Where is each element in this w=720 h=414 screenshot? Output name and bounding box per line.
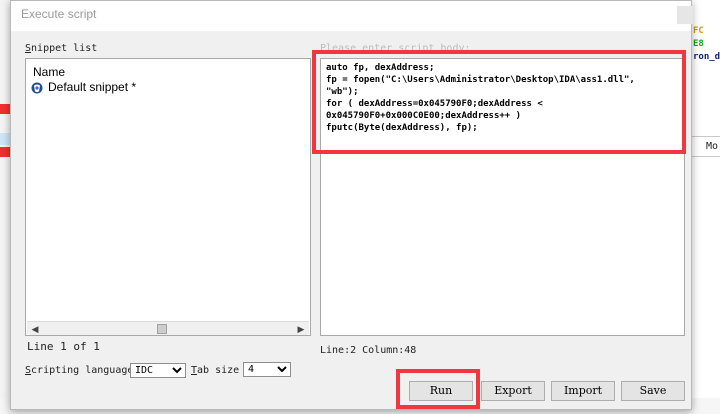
- cursor-position-status: Line:2 Column:48: [320, 345, 417, 356]
- background-code-fragment: FC: [693, 26, 704, 36]
- scrollbar-thumb[interactable]: [157, 324, 167, 334]
- close-button[interactable]: [677, 6, 693, 24]
- horizontal-scrollbar[interactable]: ◀ ▶: [27, 321, 309, 335]
- run-button-highlight-box: [396, 369, 480, 409]
- tab-size-label: Tab size: [191, 365, 240, 376]
- snippet-list-label: Snippet list: [25, 43, 98, 54]
- list-line-status: Line 1 of 1: [27, 340, 100, 353]
- background-window-right: [692, 0, 720, 414]
- scripting-language-select[interactable]: IDC: [130, 363, 186, 378]
- background-divider: [692, 136, 720, 137]
- tab-size-select[interactable]: 4: [243, 362, 291, 377]
- import-button[interactable]: Import: [551, 381, 615, 401]
- scripting-language-label: Scripting language: [25, 365, 134, 376]
- background-column-header: Mo: [706, 141, 719, 152]
- script-highlight-box: [312, 50, 686, 154]
- list-column-header-name[interactable]: Name: [33, 65, 65, 79]
- save-button[interactable]: Save: [621, 381, 685, 401]
- background-code-fragment: ron_d: [693, 52, 720, 62]
- snippet-icon: [31, 82, 43, 94]
- dialog-titlebar: Execute script: [11, 1, 693, 31]
- dialog-title: Execute script: [21, 7, 97, 21]
- list-item[interactable]: Default snippet *: [28, 80, 268, 95]
- snippet-label: Default snippet *: [48, 80, 137, 94]
- background-code-fragment: E8: [693, 39, 704, 49]
- snippet-list[interactable]: Name Default snippet * ◀ ▶: [25, 58, 311, 336]
- export-button[interactable]: Export: [481, 381, 545, 401]
- background-divider: [692, 156, 720, 157]
- scroll-left-icon[interactable]: ◀: [29, 323, 41, 335]
- scroll-right-icon[interactable]: ▶: [295, 323, 307, 335]
